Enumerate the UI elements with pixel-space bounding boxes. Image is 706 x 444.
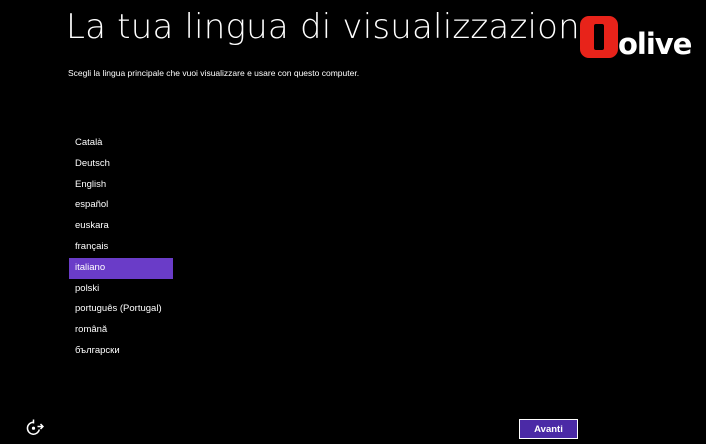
- language-option[interactable]: polski: [69, 279, 173, 300]
- language-option[interactable]: română: [69, 320, 173, 341]
- language-list: Català Deutsch English español euskara frança…: [69, 133, 173, 362]
- language-option[interactable]: Català: [69, 133, 173, 154]
- language-option[interactable]: Deutsch: [69, 154, 173, 175]
- olive-logo: olive: [580, 16, 693, 60]
- language-option[interactable]: français: [69, 237, 173, 258]
- language-option[interactable]: български: [69, 341, 173, 362]
- ease-of-access-icon[interactable]: [24, 418, 44, 438]
- language-option[interactable]: euskara: [69, 216, 173, 237]
- next-button[interactable]: Avanti: [519, 419, 578, 439]
- language-option[interactable]: italiano: [69, 257, 173, 279]
- page-subtitle: Scegli la lingua principale che vuoi vis…: [68, 68, 360, 78]
- language-option[interactable]: English: [69, 175, 173, 196]
- page-title: La tua lingua di visualizzazione: [66, 7, 602, 47]
- svg-text:olive: olive: [618, 27, 692, 60]
- language-option[interactable]: português (Portugal): [69, 299, 173, 320]
- language-option[interactable]: español: [69, 195, 173, 216]
